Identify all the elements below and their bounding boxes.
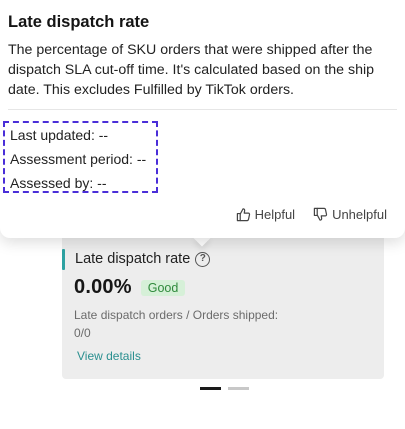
accent-bar [62,248,65,270]
metric-row: 0.00% Good [74,276,186,299]
orders-value: 0/0 [74,326,91,340]
tooltip-title: Late dispatch rate [8,13,150,31]
metric-value: 0.00% [74,276,132,298]
helpful-button[interactable]: Helpful [236,207,295,222]
assessment-period: Assessment period: -- [10,151,147,167]
metric-tooltip: Late dispatch rate The percentage of SKU… [0,0,405,238]
status-badge: Good [140,279,186,296]
card-title: Late dispatch rate [75,251,191,267]
thumbs-up-icon [236,207,251,222]
pager-dot-2[interactable] [228,387,249,390]
metric-card: Late dispatch rate ? 0.00% Good Late dis… [62,232,384,379]
view-details-link[interactable]: View details [77,349,141,363]
question-circle-icon[interactable]: ? [195,251,211,267]
unhelpful-label: Unhelpful [332,207,387,222]
last-updated: Last updated: -- [10,127,109,143]
pager-dot-1[interactable] [200,387,221,390]
helpful-label: Helpful [254,207,296,222]
tooltip-description: The percentage of SKU orders that were s… [8,42,375,98]
assessment-meta: Last updated: -- Assessment period: -- A… [3,121,158,193]
card-header: Late dispatch rate ? [62,248,211,270]
divider [8,109,397,110]
orders-label: Late dispatch orders / Orders shipped: [74,308,279,322]
feedback-bar: Helpful Unhelpful [236,207,387,222]
unhelpful-button[interactable]: Unhelpful [313,207,387,222]
carousel-pager [200,387,249,390]
thumbs-down-icon [313,207,328,222]
assessed-by: Assessed by: -- [10,175,107,191]
